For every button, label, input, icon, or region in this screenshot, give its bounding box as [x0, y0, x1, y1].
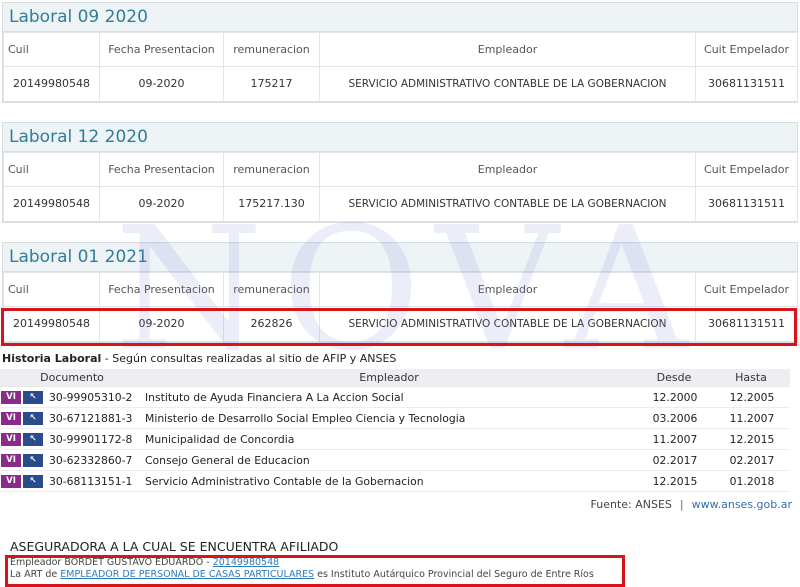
- vi-badge-icon[interactable]: VI: [1, 432, 21, 446]
- cell-documento: 30-68113151-1: [49, 474, 133, 488]
- col-fecha: Fecha Presentacion: [99, 272, 224, 307]
- vi-badge-icon[interactable]: VI: [1, 474, 21, 488]
- cell-empleador: Municipalidad de Concordia: [145, 432, 295, 446]
- col-desde: Desde: [656, 371, 692, 384]
- fuente-line: Fuente: ANSES | www.anses.gob.ar: [591, 498, 792, 511]
- anses-link[interactable]: www.anses.gob.ar: [692, 498, 792, 511]
- cell-remuneracion: 175217: [223, 66, 320, 102]
- col-cuil: Cuil: [3, 32, 100, 67]
- vi-badge-icon[interactable]: VI: [1, 453, 21, 467]
- panel-header: Laboral 09 2020: [3, 3, 797, 32]
- col-hasta: Hasta: [735, 371, 767, 384]
- cursor-icon[interactable]: ↖: [23, 453, 43, 467]
- table-row: VI ↖ 30-67121881-3 Ministerio de Desarro…: [0, 408, 790, 429]
- highlight-box-row: [1, 308, 797, 346]
- table-row: 20149980548 09-2020 175217 SERVICIO ADMI…: [3, 66, 798, 102]
- cell-hasta: 01.2018: [729, 474, 775, 488]
- cell-cuit: 30681131511: [695, 186, 798, 222]
- col-remuneracion: remuneracion: [223, 152, 320, 187]
- cell-desde: 12.2015: [652, 474, 698, 488]
- cell-cuil: 20149980548: [3, 186, 100, 222]
- col-documento: Documento: [40, 371, 104, 384]
- col-fecha: Fecha Presentacion: [99, 32, 224, 67]
- highlight-box-aseguradora: [5, 555, 625, 587]
- cell-empleador: Ministerio de Desarrollo Social Empleo C…: [145, 411, 466, 425]
- panel-title: Laboral 01 2021: [9, 247, 148, 267]
- fuente-label: Fuente: ANSES: [590, 498, 672, 511]
- vi-badge-icon[interactable]: VI: [1, 390, 21, 404]
- table-row: VI ↖ 30-62332860-7 Consejo General de Ed…: [0, 450, 790, 471]
- panel-header: Laboral 01 2021: [3, 243, 797, 272]
- cursor-icon[interactable]: ↖: [23, 411, 43, 425]
- historia-header-row: Documento Empleador Desde Hasta: [0, 369, 790, 387]
- col-cuit: Cuit Empelador: [695, 152, 798, 187]
- col-empleador: Empleador: [319, 152, 696, 187]
- cursor-icon[interactable]: ↖: [23, 432, 43, 446]
- cell-hasta: 11.2007: [729, 411, 775, 425]
- panel-title: Laboral 12 2020: [9, 127, 148, 147]
- panel-title: Laboral 09 2020: [9, 7, 148, 27]
- cursor-icon[interactable]: ↖: [23, 474, 43, 488]
- cell-hasta: 12.2015: [729, 432, 775, 446]
- col-empleador: Empleador: [319, 32, 696, 67]
- col-empleador: Empleador: [359, 371, 419, 384]
- cell-empleador: Servicio Administrativo Contable de la G…: [145, 474, 424, 488]
- cell-documento: 30-67121881-3: [49, 411, 133, 425]
- col-cuit: Cuit Empelador: [695, 32, 798, 67]
- laboral-table: Cuil Fecha Presentacion remuneracion Emp…: [3, 152, 798, 222]
- laboral-panel-12-2020: Laboral 12 2020 Cuil Fecha Presentacion …: [2, 122, 798, 223]
- panel-header: Laboral 12 2020: [3, 123, 797, 152]
- fuente-separator: |: [679, 498, 684, 511]
- cell-desde: 03.2006: [652, 411, 698, 425]
- col-cuil: Cuil: [3, 272, 100, 307]
- cell-documento: 30-99901172-8: [49, 432, 133, 446]
- laboral-table: Cuil Fecha Presentacion remuneracion Emp…: [3, 32, 798, 102]
- col-remuneracion: remuneracion: [223, 272, 320, 307]
- col-empleador: Empleador: [319, 272, 696, 307]
- cell-documento: 30-62332860-7: [49, 453, 133, 467]
- table-row: VI ↖ 30-99905310-2 Instituto de Ayuda Fi…: [0, 387, 790, 408]
- col-cuil: Cuil: [3, 152, 100, 187]
- col-fecha: Fecha Presentacion: [99, 152, 224, 187]
- aseguradora-title: ASEGURADORA A LA CUAL SE ENCUENTRA AFILI…: [10, 539, 339, 554]
- historia-subtitle: - Según consultas realizadas al sitio de…: [101, 352, 397, 365]
- cell-fecha: 09-2020: [99, 186, 224, 222]
- cell-remuneracion: 175217.130: [223, 186, 320, 222]
- cell-desde: 12.2000: [652, 390, 698, 404]
- cell-empleador: Instituto de Ayuda Financiera A La Accio…: [145, 390, 404, 404]
- table-row: 20149980548 09-2020 175217.130 SERVICIO …: [3, 186, 798, 222]
- vi-badge-icon[interactable]: VI: [1, 411, 21, 425]
- cell-cuil: 20149980548: [3, 66, 100, 102]
- laboral-panel-09-2020: Laboral 09 2020 Cuil Fecha Presentacion …: [2, 2, 798, 103]
- cell-empleador: Consejo General de Educacion: [145, 453, 310, 467]
- cell-hasta: 12.2005: [729, 390, 775, 404]
- cell-documento: 30-99905310-2: [49, 390, 133, 404]
- cursor-icon[interactable]: ↖: [23, 390, 43, 404]
- historia-table: Documento Empleador Desde Hasta VI ↖ 30-…: [0, 369, 790, 492]
- historia-title: Historia Laboral - Según consultas reali…: [2, 352, 396, 365]
- historia-heading: Historia Laboral: [2, 352, 102, 365]
- table-row: VI ↖ 30-68113151-1 Servicio Administrati…: [0, 471, 790, 492]
- col-cuit: Cuit Empelador: [695, 272, 798, 307]
- cell-empleador: SERVICIO ADMINISTRATIVO CONTABLE DE LA G…: [319, 186, 696, 222]
- col-remuneracion: remuneracion: [223, 32, 320, 67]
- cell-cuit: 30681131511: [695, 66, 798, 102]
- cell-desde: 02.2017: [652, 453, 698, 467]
- cell-desde: 11.2007: [652, 432, 698, 446]
- cell-hasta: 02.2017: [729, 453, 775, 467]
- cell-fecha: 09-2020: [99, 66, 224, 102]
- cell-empleador: SERVICIO ADMINISTRATIVO CONTABLE DE LA G…: [319, 66, 696, 102]
- table-row: VI ↖ 30-99901172-8 Municipalidad de Conc…: [0, 429, 790, 450]
